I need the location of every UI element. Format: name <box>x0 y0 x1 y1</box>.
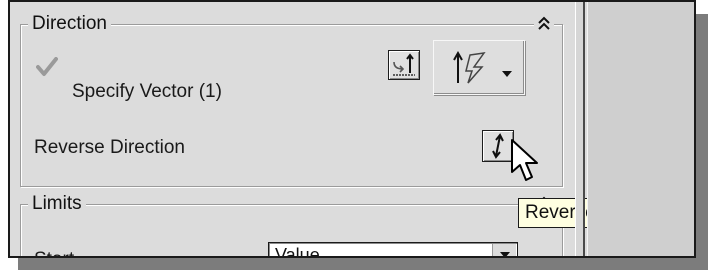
dialog-scrollbar-edge <box>575 2 585 256</box>
reverse-direction-icon <box>492 133 504 159</box>
mouse-pointer-icon <box>510 138 540 191</box>
vector-type-dropdown[interactable] <box>433 40 525 95</box>
vector-dialog-icon <box>393 53 415 76</box>
extrude-dialog-panel: Direction Specify Vector (1) Reverse Dir… <box>10 2 683 258</box>
chevron-down-icon[interactable] <box>492 244 516 256</box>
chevron-down-icon[interactable] <box>502 64 512 82</box>
limits-group-title: Limits <box>28 192 86 216</box>
start-limit-select[interactable]: Value <box>268 242 518 258</box>
vector-dialog-button[interactable] <box>388 50 420 80</box>
reverse-direction-label: Reverse Direction <box>34 137 185 158</box>
inferred-vector-icon <box>444 48 496 88</box>
check-icon <box>36 57 58 82</box>
specify-vector-label[interactable]: Specify Vector (1) <box>72 80 222 104</box>
start-label: Start <box>34 248 74 256</box>
background-panel <box>587 2 694 256</box>
direction-group-title: Direction <box>28 12 111 36</box>
start-limit-value: Value <box>275 245 320 258</box>
dialog-window: Direction Specify Vector (1) Reverse Dir… <box>8 0 696 258</box>
double-chevron-up-icon[interactable] <box>534 12 554 34</box>
